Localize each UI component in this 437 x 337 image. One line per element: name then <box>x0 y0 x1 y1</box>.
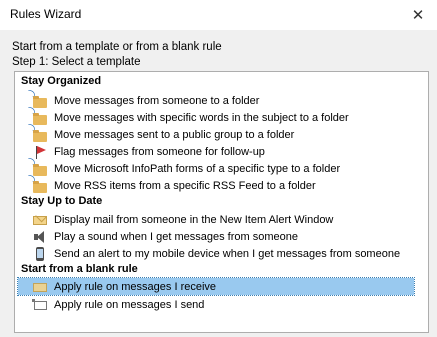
group-header-stay-organized: Stay Organized <box>21 75 102 87</box>
list-item[interactable]: Play a sound when I get messages from so… <box>18 228 414 245</box>
list-item-selected[interactable]: Apply rule on messages I receive <box>17 277 415 296</box>
template-list[interactable]: Stay Organized ⤵ Move messages from some… <box>14 71 429 333</box>
list-item[interactable]: Display mail from someone in the New Ite… <box>18 211 414 228</box>
list-item[interactable]: ⤵ Move Microsoft InfoPath forms of a spe… <box>18 158 414 177</box>
list-item[interactable]: ⤵ Move messages from someone to a folder <box>18 90 414 109</box>
speaker-icon <box>32 229 48 245</box>
close-button[interactable]: ✕ <box>405 3 431 27</box>
mobile-phone-icon <box>32 246 48 262</box>
step-label: Step 1: Select a template <box>12 56 141 68</box>
group-header-blank-rule: Start from a blank rule <box>21 263 138 275</box>
move-folder-icon: ⤵ <box>28 175 48 194</box>
close-icon: ✕ <box>411 7 425 24</box>
list-item[interactable]: ⤵ Move messages sent to a public group t… <box>18 124 414 143</box>
intro-text: Start from a template or from a blank ru… <box>12 41 222 53</box>
window-title: Rules Wizard <box>10 7 82 21</box>
group-header-stay-up-to-date: Stay Up to Date <box>21 195 103 207</box>
receive-rule-icon <box>32 279 48 295</box>
list-item[interactable]: ⤵ Move RSS items from a specific RSS Fee… <box>18 175 414 194</box>
title-bar: Rules Wizard ✕ <box>0 0 437 30</box>
send-rule-icon <box>32 297 48 313</box>
list-item[interactable]: ⤵ Move messages with specific words in t… <box>18 107 414 126</box>
move-folder-icon: ⤵ <box>28 124 48 143</box>
list-item[interactable]: Send an alert to my mobile device when I… <box>18 245 414 262</box>
list-item[interactable]: Flag messages from someone for follow-up <box>18 143 414 160</box>
envelope-alert-icon <box>32 212 48 228</box>
list-item[interactable]: Apply rule on messages I send <box>18 296 414 313</box>
